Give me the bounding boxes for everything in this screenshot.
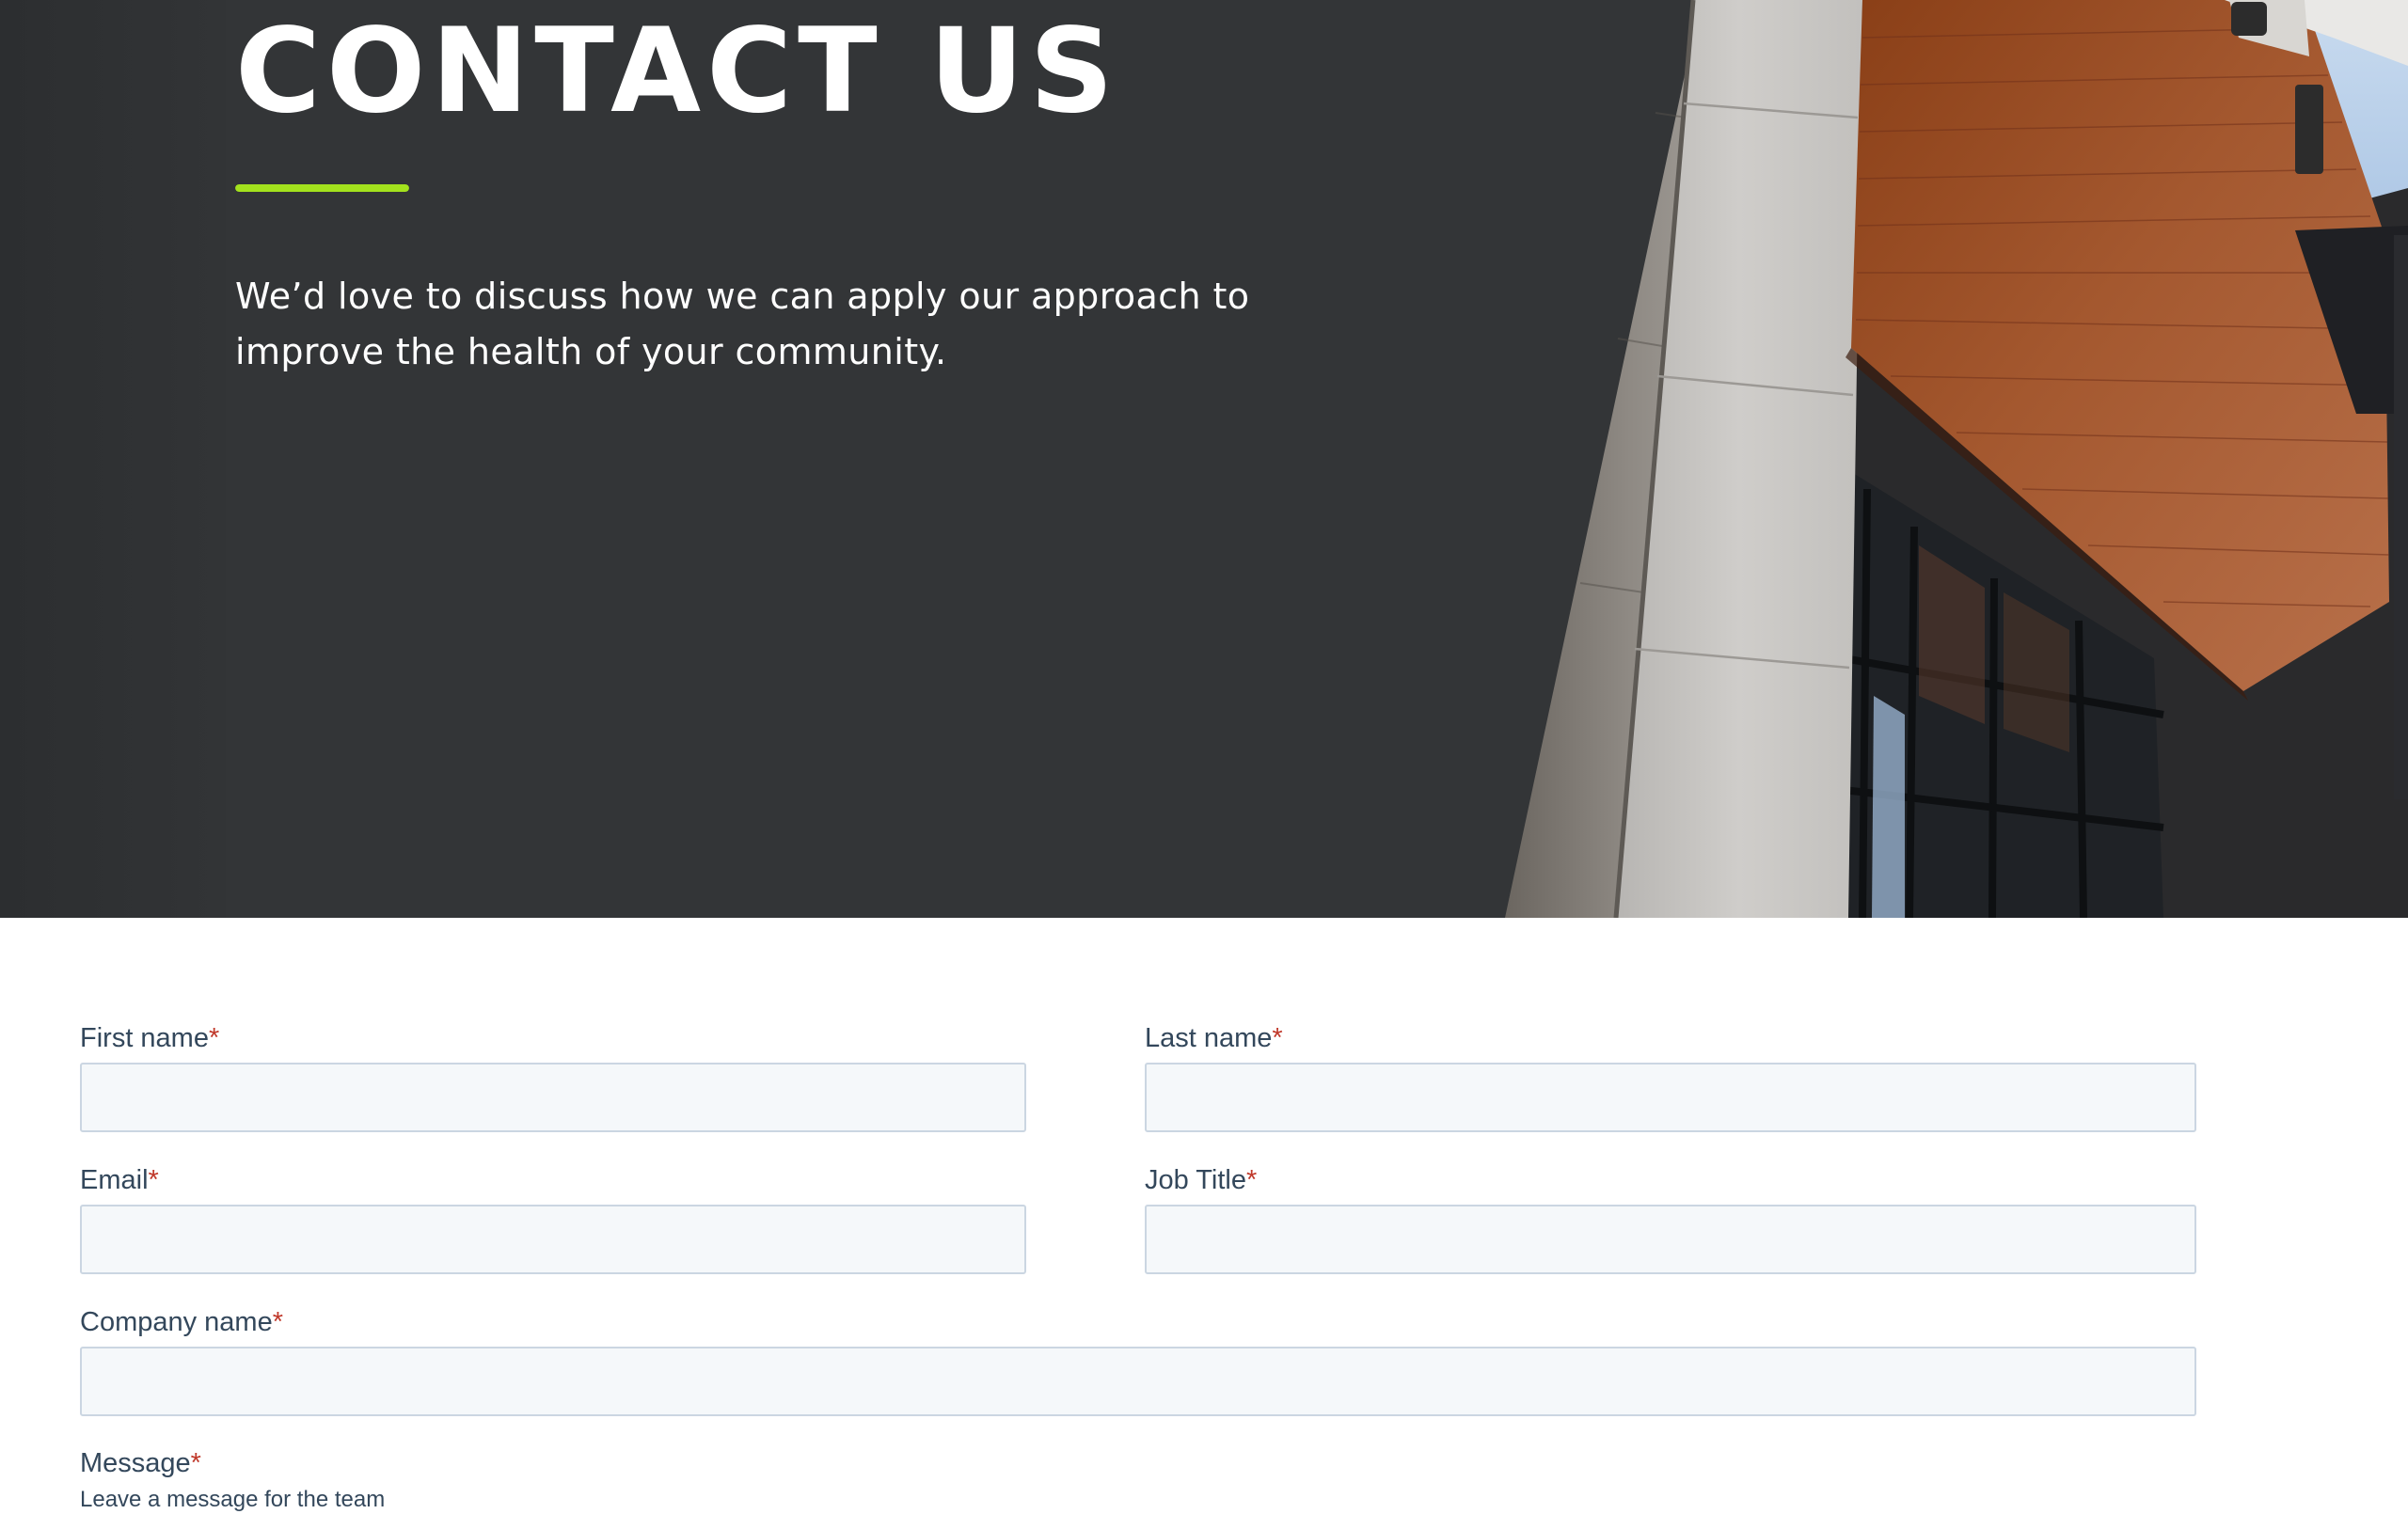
message-label-text: Message	[80, 1448, 191, 1478]
job-title-label: Job Title*	[1145, 1163, 1257, 1197]
last-name-label: Last name*	[1145, 1021, 1283, 1055]
job-title-label-text: Job Title	[1145, 1165, 1246, 1195]
email-label-text: Email	[80, 1165, 149, 1195]
intro-text: We’d love to discuss how we can apply ou…	[235, 276, 1250, 372]
required-marker: *	[190, 1448, 201, 1478]
email-input[interactable]	[80, 1205, 1026, 1274]
title-accent-underline	[235, 184, 409, 192]
required-marker: *	[208, 1023, 220, 1053]
first-name-label-text: First name	[80, 1023, 209, 1053]
job-title-input[interactable]	[1145, 1205, 2196, 1274]
last-name-label-text: Last name	[1145, 1023, 1273, 1053]
company-name-input[interactable]	[80, 1347, 2196, 1416]
required-marker: *	[1246, 1165, 1258, 1195]
page-title: CONTACT US	[235, 4, 1119, 139]
email-label: Email*	[80, 1163, 159, 1197]
required-marker: *	[1272, 1023, 1283, 1053]
first-name-input[interactable]	[80, 1063, 1026, 1132]
contact-form: First name* Last name* Email* Job Title*…	[0, 918, 2408, 1512]
message-label: Message*	[80, 1446, 201, 1480]
last-name-input[interactable]	[1145, 1063, 2196, 1132]
message-help-text: Leave a message for the team	[80, 1487, 386, 1512]
company-name-label: Company name*	[80, 1305, 283, 1339]
first-name-label: First name*	[80, 1021, 219, 1055]
required-marker: *	[272, 1307, 284, 1337]
required-marker: *	[148, 1165, 159, 1195]
company-name-label-text: Company name	[80, 1307, 273, 1337]
hero-banner: CONTACT US We’d love to discuss how we c…	[0, 0, 2408, 918]
